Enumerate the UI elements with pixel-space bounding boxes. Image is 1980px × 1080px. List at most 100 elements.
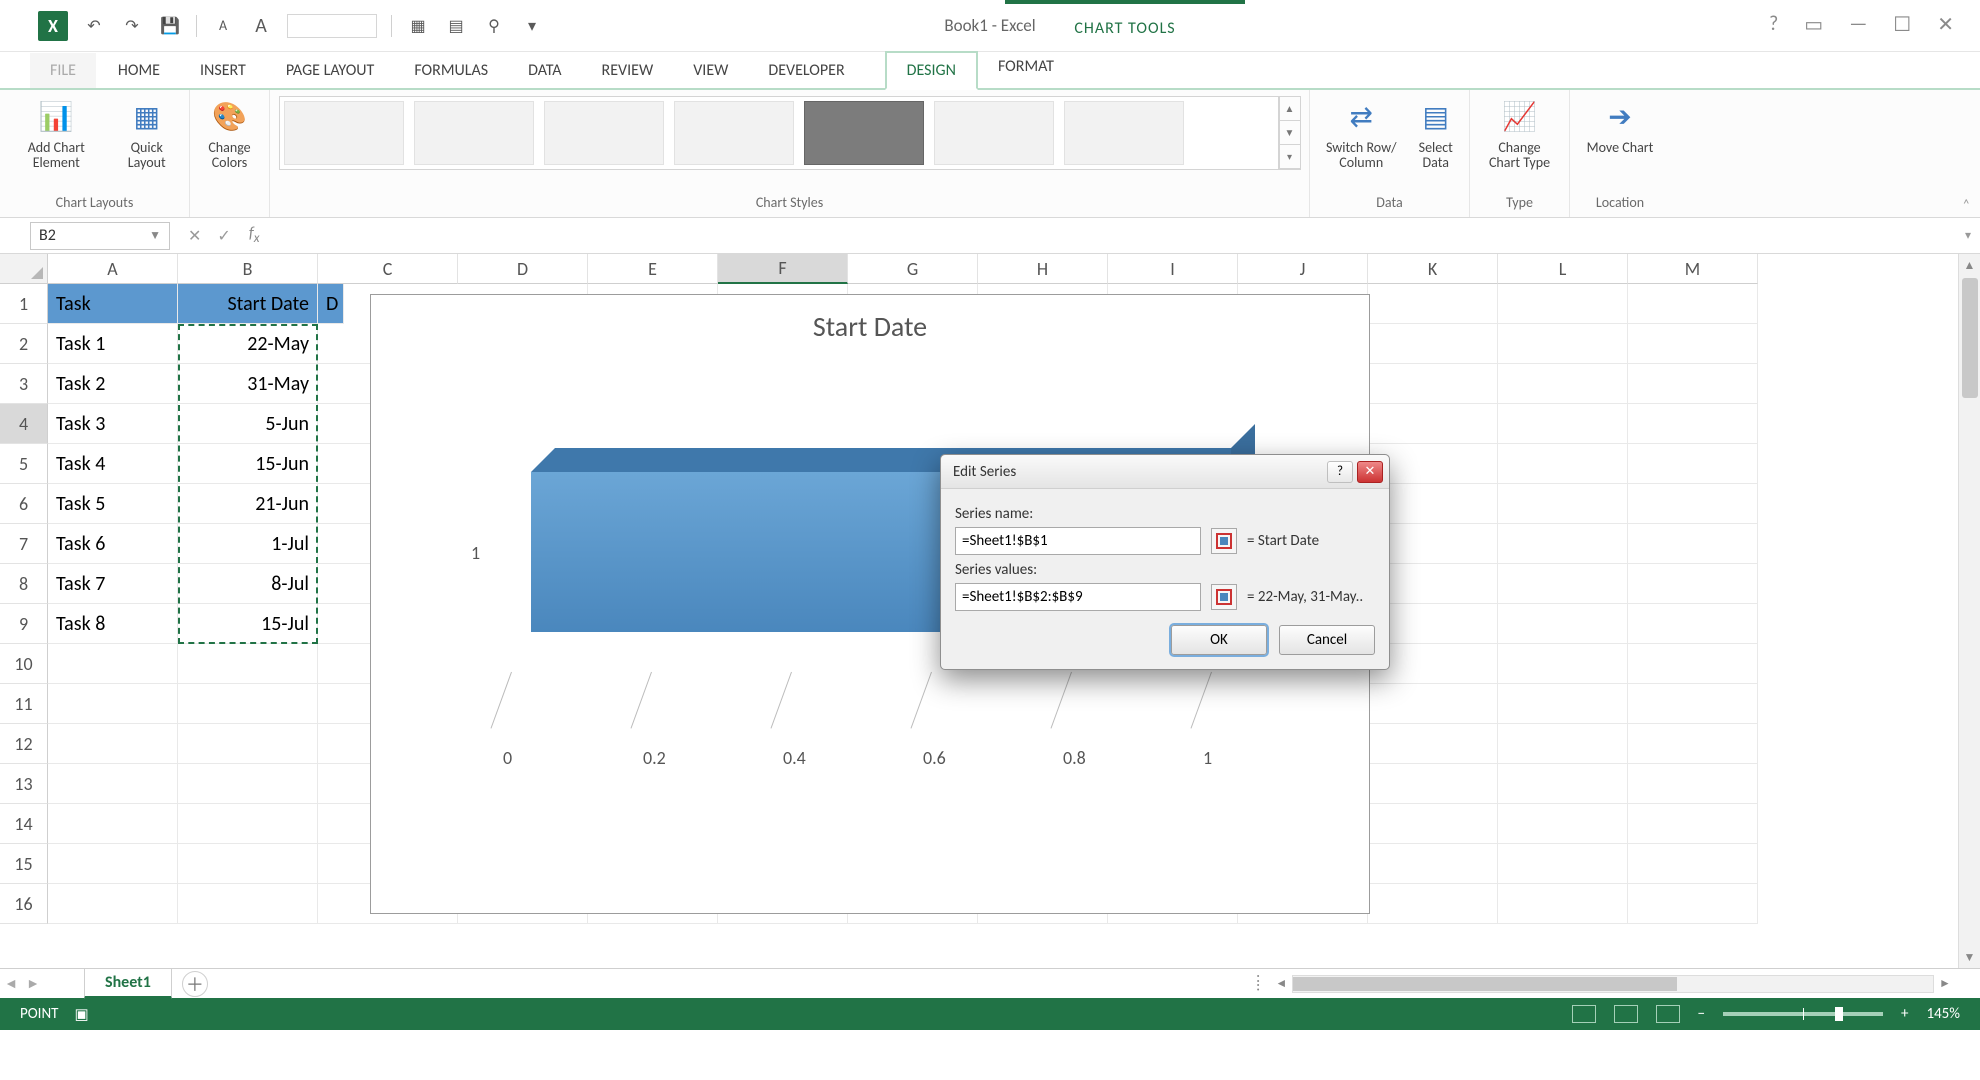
tab-formulas[interactable]: FORMULAS: [394, 53, 508, 88]
sheet-nav-next[interactable]: ►: [22, 975, 44, 992]
column-header-M[interactable]: M: [1628, 254, 1758, 284]
row-header-14[interactable]: 14: [0, 804, 48, 844]
tab-view[interactable]: VIEW: [673, 53, 748, 88]
cell-A9[interactable]: Task 8: [48, 604, 178, 644]
cell-B5[interactable]: 15-Jun: [178, 444, 318, 484]
cell-M7[interactable]: [1628, 524, 1758, 564]
cell-M8[interactable]: [1628, 564, 1758, 604]
row-header-16[interactable]: 16: [0, 884, 48, 924]
row-header-5[interactable]: 5: [0, 444, 48, 484]
cell-B9[interactable]: 15-Jul: [178, 604, 318, 644]
add-chart-element-button[interactable]: 📊 Add Chart Element: [12, 96, 101, 171]
help-button[interactable]: ?: [1769, 12, 1778, 37]
formula-enter-button[interactable]: ✓: [217, 226, 230, 246]
name-box-dropdown-icon[interactable]: ▼: [149, 228, 161, 243]
row-header-2[interactable]: 2: [0, 324, 48, 364]
tab-design[interactable]: DESIGN: [885, 51, 978, 90]
cell-K13[interactable]: [1368, 764, 1498, 804]
cell-K14[interactable]: [1368, 804, 1498, 844]
row-header-4[interactable]: 4: [0, 404, 48, 444]
cell-A6[interactable]: Task 5: [48, 484, 178, 524]
sheet-tab-sheet1[interactable]: Sheet1: [84, 969, 172, 999]
column-header-D[interactable]: D: [458, 254, 588, 284]
dialog-cancel-button[interactable]: Cancel: [1279, 625, 1375, 655]
series-name-input[interactable]: [955, 527, 1201, 555]
column-header-C[interactable]: C: [318, 254, 458, 284]
cell-M1[interactable]: [1628, 284, 1758, 324]
chart-styles-more-button[interactable]: ▲▼▾: [1279, 96, 1301, 170]
cell-L7[interactable]: [1498, 524, 1628, 564]
cell-M5[interactable]: [1628, 444, 1758, 484]
cell-B11[interactable]: [178, 684, 318, 724]
cell-L16[interactable]: [1498, 884, 1628, 924]
cell-L9[interactable]: [1498, 604, 1628, 644]
row-header-6[interactable]: 6: [0, 484, 48, 524]
cell-A1[interactable]: Task: [48, 284, 178, 324]
macro-record-icon[interactable]: ▣: [74, 1005, 88, 1024]
view-page-break-button[interactable]: [1656, 1005, 1680, 1023]
fx-icon[interactable]: fx: [249, 224, 270, 246]
zoom-level[interactable]: 145%: [1926, 1005, 1960, 1023]
tab-format[interactable]: FORMAT: [978, 49, 1074, 88]
column-header-G[interactable]: G: [848, 254, 978, 284]
ribbon-collapse-button[interactable]: ˄: [1962, 196, 1970, 213]
qat-icon-1[interactable]: ▦: [406, 14, 430, 38]
column-header-L[interactable]: L: [1498, 254, 1628, 284]
cell-K16[interactable]: [1368, 884, 1498, 924]
cell-B10[interactable]: [178, 644, 318, 684]
column-header-I[interactable]: I: [1108, 254, 1238, 284]
dialog-ok-button[interactable]: OK: [1171, 625, 1267, 655]
ribbon-display-button[interactable]: ▭: [1804, 12, 1823, 37]
row-header-11[interactable]: 11: [0, 684, 48, 724]
tab-data[interactable]: DATA: [508, 53, 581, 88]
cell-M9[interactable]: [1628, 604, 1758, 644]
chart-styles-gallery[interactable]: [279, 96, 1279, 170]
cell-M15[interactable]: [1628, 844, 1758, 884]
cell-A4[interactable]: Task 3: [48, 404, 178, 444]
cell-B14[interactable]: [178, 804, 318, 844]
select-all-corner[interactable]: [0, 254, 48, 284]
minimize-button[interactable]: —: [1849, 12, 1867, 37]
cell-L11[interactable]: [1498, 684, 1628, 724]
cell-C1[interactable]: D: [318, 284, 344, 324]
add-sheet-button[interactable]: ＋: [182, 971, 208, 997]
formula-expand-button[interactable]: ▾: [1956, 228, 1980, 243]
series-values-ref-button[interactable]: [1211, 584, 1237, 610]
save-button[interactable]: 💾: [158, 14, 182, 38]
cell-B2[interactable]: 22-May: [178, 324, 318, 364]
cell-A7[interactable]: Task 6: [48, 524, 178, 564]
cell-L8[interactable]: [1498, 564, 1628, 604]
select-data-button[interactable]: ▤ Select Data: [1414, 96, 1457, 171]
row-header-12[interactable]: 12: [0, 724, 48, 764]
column-header-A[interactable]: A: [48, 254, 178, 284]
column-header-E[interactable]: E: [588, 254, 718, 284]
switch-row-column-button[interactable]: ⇄ Switch Row/ Column: [1322, 96, 1400, 171]
cell-M14[interactable]: [1628, 804, 1758, 844]
cell-M10[interactable]: [1628, 644, 1758, 684]
cell-B6[interactable]: 21-Jun: [178, 484, 318, 524]
sheet-nav-prev[interactable]: ◄: [0, 975, 22, 992]
cell-B1[interactable]: Start Date: [178, 284, 318, 324]
cell-K4[interactable]: [1368, 404, 1498, 444]
cell-B15[interactable]: [178, 844, 318, 884]
cell-A3[interactable]: Task 2: [48, 364, 178, 404]
cell-B4[interactable]: 5-Jun: [178, 404, 318, 444]
cell-M2[interactable]: [1628, 324, 1758, 364]
quick-layout-button[interactable]: ▦ Quick Layout: [117, 96, 178, 171]
zoom-slider[interactable]: [1723, 1012, 1883, 1016]
cell-B3[interactable]: 31-May: [178, 364, 318, 404]
cell-L14[interactable]: [1498, 804, 1628, 844]
cell-K15[interactable]: [1368, 844, 1498, 884]
cell-L10[interactable]: [1498, 644, 1628, 684]
cell-L13[interactable]: [1498, 764, 1628, 804]
dialog-close-button[interactable]: ✕: [1357, 461, 1383, 483]
cell-B13[interactable]: [178, 764, 318, 804]
column-header-F[interactable]: F: [718, 254, 848, 284]
cell-K3[interactable]: [1368, 364, 1498, 404]
tab-page-layout[interactable]: PAGE LAYOUT: [266, 53, 395, 88]
cell-B7[interactable]: 1-Jul: [178, 524, 318, 564]
move-chart-button[interactable]: ➔ Move Chart: [1587, 96, 1654, 155]
cell-A12[interactable]: [48, 724, 178, 764]
cell-L5[interactable]: [1498, 444, 1628, 484]
close-button[interactable]: ✕: [1937, 12, 1954, 37]
